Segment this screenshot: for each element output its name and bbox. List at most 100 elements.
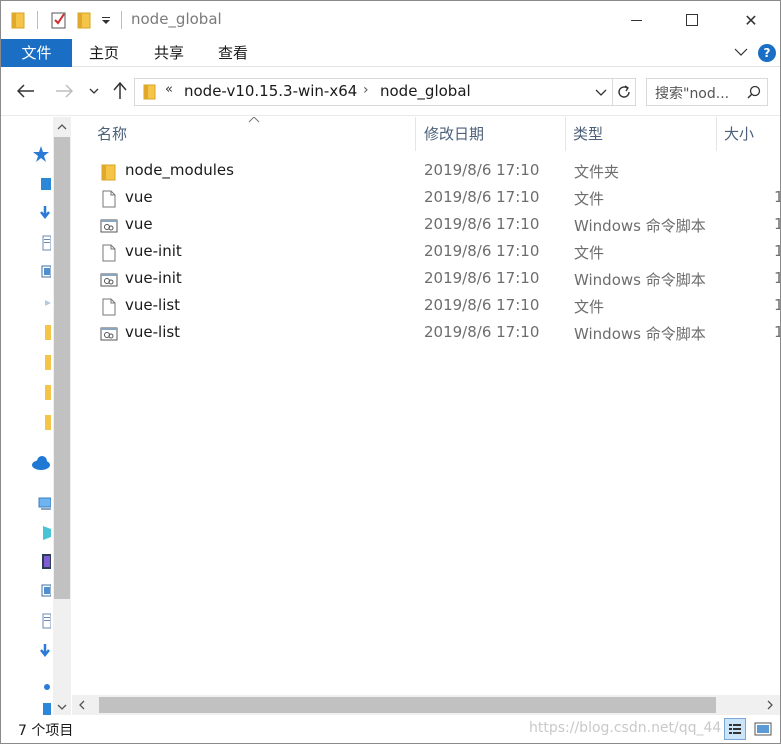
- file-row[interactable]: vue-list 2019/8/6 17:10 Windows 命令脚本 1: [72, 320, 780, 347]
- file-row[interactable]: vue 2019/8/6 17:10 Windows 命令脚本 1: [72, 212, 780, 239]
- back-button[interactable]: [15, 80, 37, 102]
- scroll-right-button[interactable]: [760, 695, 780, 715]
- file-date: 2019/8/6 17:10: [424, 215, 540, 233]
- column-header-type[interactable]: 类型: [566, 117, 717, 151]
- file-list: 名称 修改日期 类型 大小 node_modules 2019/8/6 17:10…: [72, 117, 780, 695]
- scrollbar-thumb[interactable]: [99, 697, 716, 713]
- documents-icon[interactable]: [31, 233, 51, 253]
- address-bar[interactable]: « node-v10.15.3-win-x64 › node_global: [134, 78, 636, 106]
- column-header-label: 类型: [573, 125, 604, 143]
- breadcrumb-item[interactable]: node_global: [380, 82, 471, 100]
- file-row[interactable]: vue-init 2019/8/6 17:10 文件 1: [72, 239, 780, 266]
- up-arrow-icon: [113, 82, 127, 99]
- column-header-name[interactable]: 名称: [72, 117, 416, 151]
- tab-view[interactable]: 查看: [211, 39, 255, 67]
- breadcrumb-overflow[interactable]: «: [165, 82, 173, 97]
- recent-chevron-icon: [89, 88, 99, 94]
- scroll-down-button[interactable]: [53, 697, 71, 717]
- file-row[interactable]: vue 2019/8/6 17:10 文件 1: [72, 185, 780, 212]
- file-size: 1: [774, 296, 780, 314]
- navigation-pane: [1, 117, 72, 717]
- folder-icon: [143, 84, 156, 100]
- title-bar: node_global ✕: [1, 1, 780, 39]
- 3d-objects-icon[interactable]: [31, 522, 51, 542]
- watermark-text: https://blog.csdn.net/qq_44: [529, 720, 722, 736]
- back-arrow-icon: [17, 84, 34, 98]
- navigation-pane-items: [31, 117, 53, 717]
- music-icon[interactable]: [31, 673, 51, 693]
- address-dropdown-icon[interactable]: [595, 86, 607, 98]
- desktop-icon[interactable]: [31, 174, 51, 194]
- search-placeholder: 搜索"nod...: [655, 86, 730, 102]
- chevron-right-icon: [767, 700, 773, 710]
- recent-locations-button[interactable]: [85, 80, 103, 102]
- script-icon: [100, 325, 118, 343]
- pictures-icon[interactable]: [31, 262, 51, 282]
- column-header-size[interactable]: 大小: [717, 117, 780, 151]
- downloads-icon[interactable]: [31, 203, 51, 223]
- this-pc-icon[interactable]: [31, 494, 51, 514]
- videos-icon[interactable]: [31, 551, 51, 571]
- file-date: 2019/8/6 17:10: [424, 161, 540, 179]
- file-size: 1: [774, 323, 780, 341]
- file-row[interactable]: vue-init 2019/8/6 17:10 Windows 命令脚本 1: [72, 266, 780, 293]
- navigation-pane-scrollbar[interactable]: [53, 117, 71, 717]
- properties-check-icon[interactable]: [51, 11, 67, 29]
- folder-icon[interactable]: [31, 412, 51, 432]
- tab-file[interactable]: 文件: [1, 39, 72, 67]
- scrollbar-thumb[interactable]: [54, 137, 70, 599]
- file-name: node_modules: [125, 161, 234, 179]
- file-name: vue-init: [125, 242, 182, 260]
- customize-toolbar-icon[interactable]: [101, 13, 111, 27]
- chevron-down-icon[interactable]: [733, 45, 749, 59]
- up-button[interactable]: [109, 80, 131, 102]
- refresh-button[interactable]: [612, 79, 635, 105]
- large-icons-view-button[interactable]: [752, 718, 774, 740]
- new-folder-icon[interactable]: [77, 12, 91, 29]
- horizontal-scrollbar[interactable]: [72, 695, 780, 715]
- item-count: 7 个项目: [18, 723, 74, 739]
- help-icon[interactable]: ?: [758, 44, 776, 62]
- close-icon: ✕: [744, 10, 758, 30]
- breadcrumb-item[interactable]: node-v10.15.3-win-x64: [184, 82, 357, 100]
- folder-icon[interactable]: [31, 352, 51, 372]
- minimize-button[interactable]: [607, 1, 665, 39]
- folder-icon: [11, 12, 25, 29]
- breadcrumb-separator[interactable]: ›: [363, 82, 369, 98]
- scroll-up-button[interactable]: [53, 117, 71, 137]
- column-header-date[interactable]: 修改日期: [416, 117, 566, 151]
- refresh-icon: [618, 85, 630, 98]
- column-header-label: 大小: [724, 125, 755, 143]
- tab-home[interactable]: 主页: [82, 39, 126, 67]
- file-row[interactable]: node_modules 2019/8/6 17:10 文件夹: [72, 158, 780, 185]
- explorer-window: node_global ✕ 文件 主页 共享 查看 ? « node-v10.1…: [0, 0, 781, 744]
- details-view-button[interactable]: [724, 718, 746, 740]
- onedrive-icon[interactable]: [31, 453, 51, 473]
- file-date: 2019/8/6 17:10: [424, 242, 540, 260]
- scroll-left-button[interactable]: [72, 695, 92, 715]
- file-date: 2019/8/6 17:10: [424, 323, 540, 341]
- large-icons-view-icon: [754, 722, 772, 736]
- script-icon: [100, 271, 118, 289]
- quick-access-star-icon[interactable]: [31, 144, 51, 164]
- forward-button[interactable]: [53, 80, 75, 102]
- file-icon: [100, 298, 118, 316]
- maximize-button[interactable]: [663, 1, 721, 39]
- downloads-icon[interactable]: [31, 641, 51, 661]
- file-name: vue-list: [125, 296, 181, 314]
- file-size: 1: [774, 269, 780, 287]
- tab-share[interactable]: 共享: [147, 39, 191, 67]
- documents-icon[interactable]: [31, 611, 51, 631]
- this-pc-icon[interactable]: [31, 292, 51, 312]
- search-input[interactable]: 搜索"nod...: [646, 78, 768, 106]
- search-icon[interactable]: [747, 85, 761, 99]
- column-header-label: 名称: [97, 125, 128, 143]
- folder-icon[interactable]: [31, 382, 51, 402]
- column-header-label: 修改日期: [424, 125, 485, 143]
- folder-icon[interactable]: [31, 322, 51, 342]
- file-size: 1: [774, 242, 780, 260]
- close-button[interactable]: ✕: [722, 1, 780, 39]
- pictures-icon[interactable]: [31, 581, 51, 601]
- chevron-left-icon: [79, 700, 85, 710]
- file-row[interactable]: vue-list 2019/8/6 17:10 文件 1: [72, 293, 780, 320]
